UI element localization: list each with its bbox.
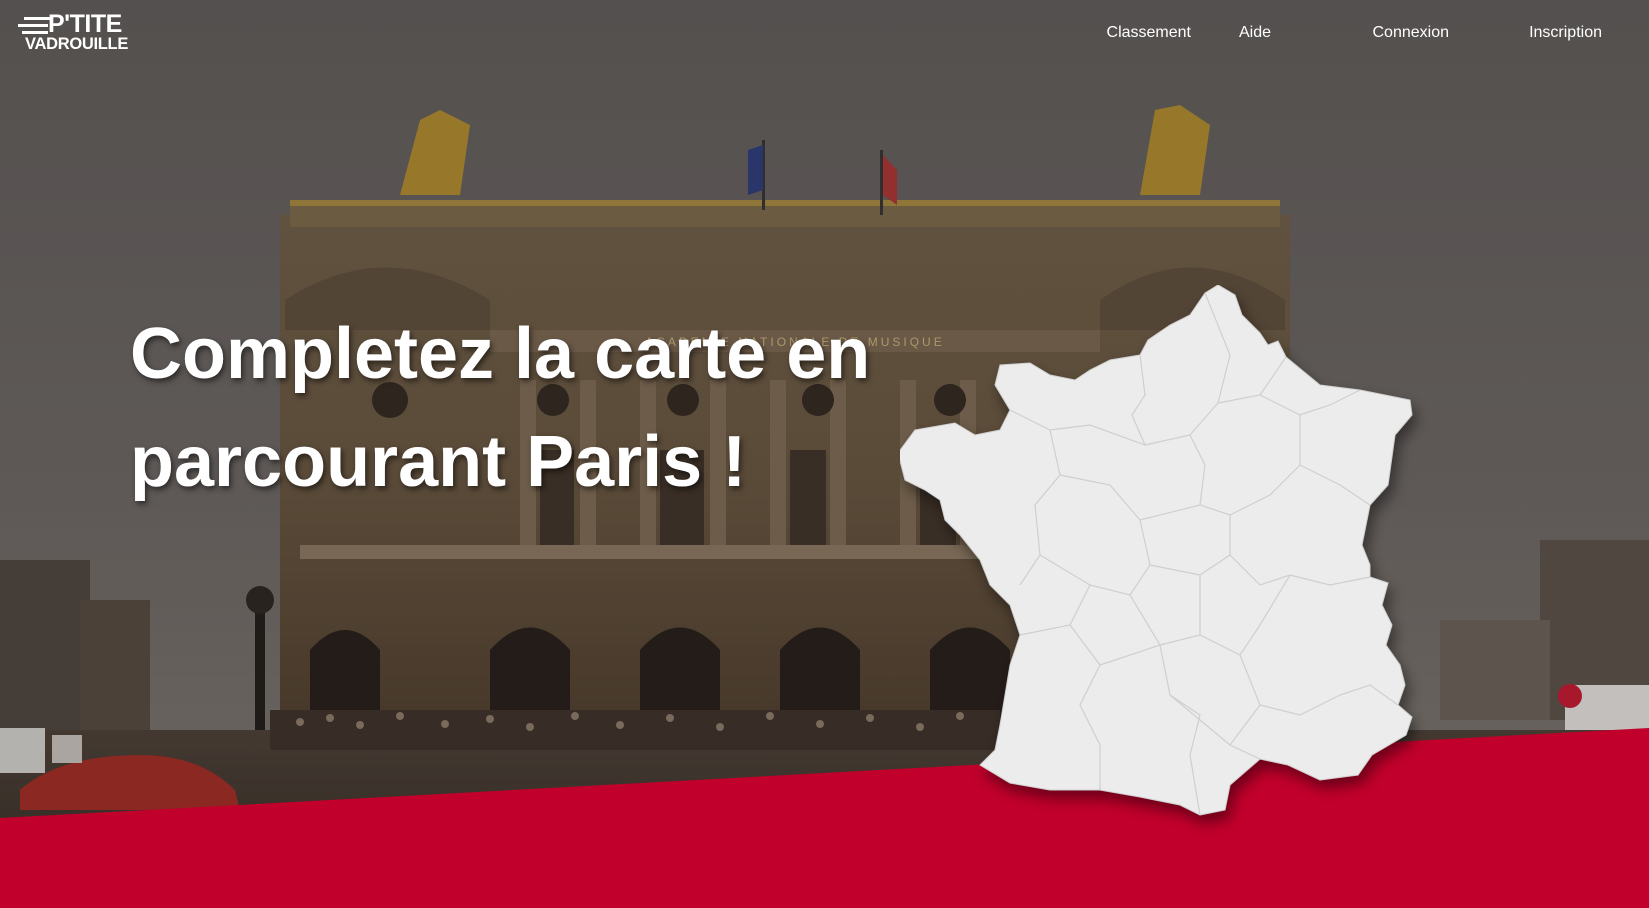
nav-link-connexion[interactable]: Connexion <box>1373 22 1450 44</box>
landing-page: ACADEMIE NATIONALE DE MUSIQUE P'TITE VAD… <box>0 0 1649 908</box>
nav-link-inscription[interactable]: Inscription <box>1529 22 1602 44</box>
nav-link-aide[interactable]: Aide <box>1239 22 1271 44</box>
brand-logo[interactable]: P'TITE VADROUILLE <box>18 12 138 54</box>
hero-headline: Completez la carte en parcourant Paris ! <box>130 300 950 516</box>
france-outline <box>900 285 1413 816</box>
france-regions-map <box>900 285 1413 816</box>
nav-link-classement[interactable]: Classement <box>1107 22 1191 44</box>
brand-name-line2: VADROUILLE <box>25 35 129 53</box>
hero-headline-line1: Completez la carte en <box>130 314 871 394</box>
hero-headline-line2: parcourant Paris ! <box>130 422 747 502</box>
speed-lines-icon <box>18 17 50 34</box>
brand-name-line1: P'TITE <box>48 10 122 38</box>
